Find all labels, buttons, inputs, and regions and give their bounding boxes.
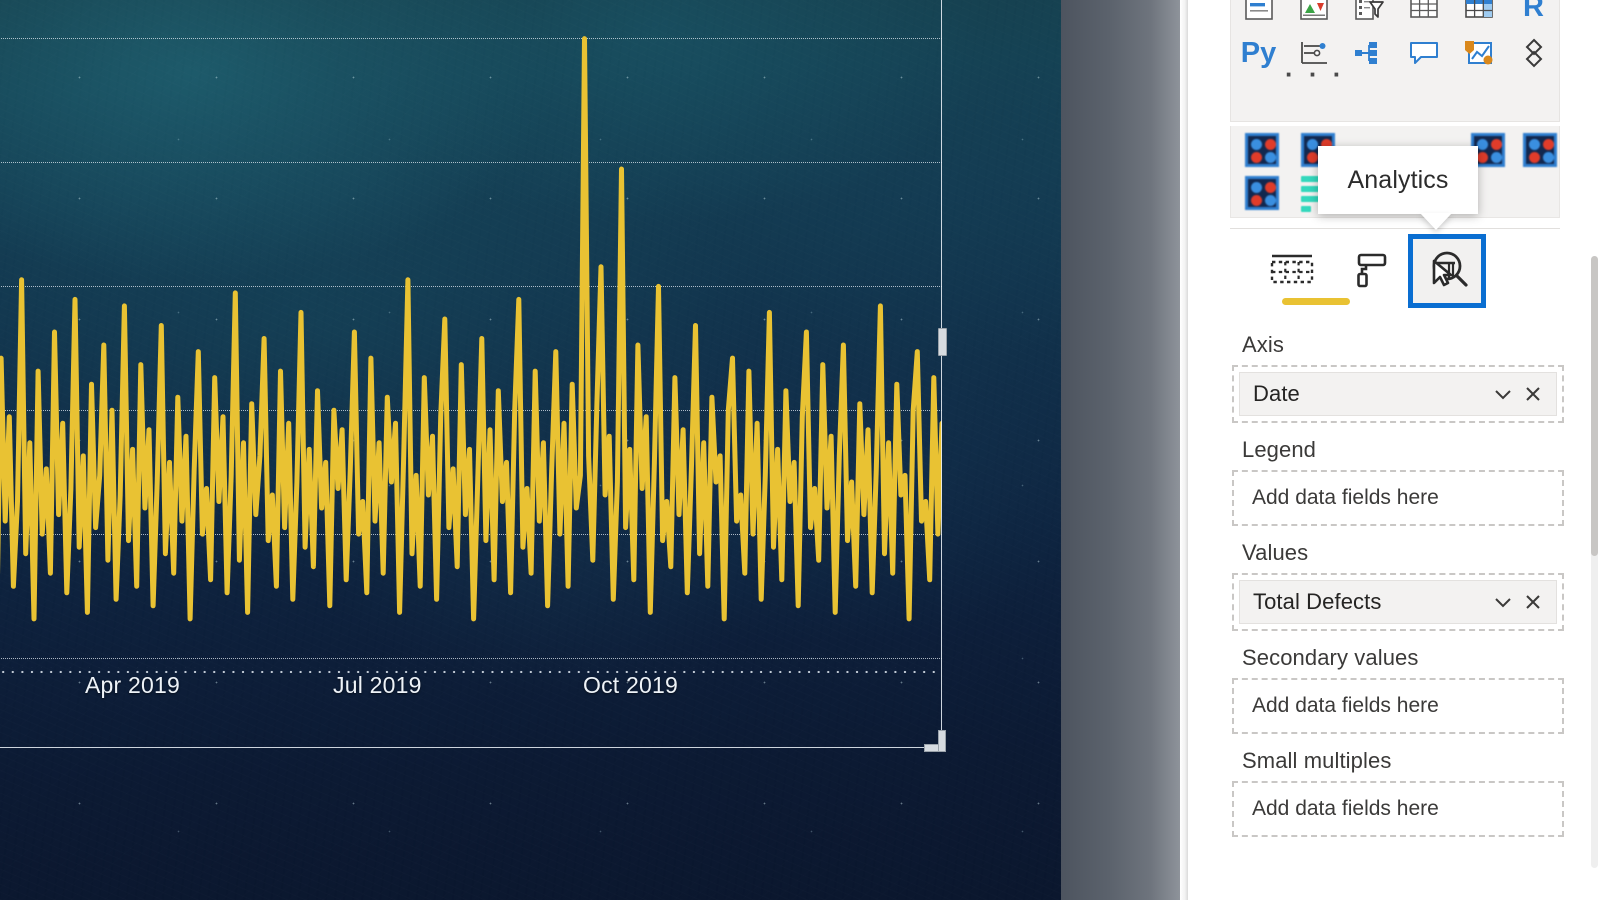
fields-tab[interactable] — [1254, 234, 1350, 306]
x-axis-label: Jul 2019 — [333, 672, 422, 698]
canvas-gutter — [1061, 0, 1180, 900]
decomposition-tree-icon-glyph — [1354, 42, 1377, 64]
qna-icon[interactable] — [1396, 29, 1451, 77]
well-axis: Axis Date — [1230, 332, 1570, 423]
secondary-values-dropzone[interactable]: Add data fields here — [1232, 678, 1564, 734]
visualization-type-gallery[interactable]: R Py · · · — [1230, 0, 1560, 122]
pane-divider — [1230, 228, 1560, 229]
resize-handle-right[interactable] — [938, 328, 947, 356]
card-icon-glyph — [1244, 0, 1273, 20]
smart-narrative-icon[interactable] — [1451, 29, 1506, 77]
fields-table-icon — [1270, 254, 1314, 284]
paginated-report-icon[interactable] — [1506, 29, 1561, 77]
report-canvas[interactable]: Apr 2019 Jul 2019 Oct 2019 — [0, 0, 1061, 900]
chevron-down-icon[interactable] — [1488, 379, 1518, 409]
qna-icon-glyph — [1409, 42, 1438, 64]
well-label: Secondary values — [1242, 645, 1419, 670]
paint-roller-icon — [1357, 253, 1387, 288]
more-visuals-button[interactable]: · · · — [1285, 61, 1345, 87]
x-axis-label: Oct 2019 — [583, 672, 678, 698]
well-secondary-values: Secondary values Add data fields here — [1230, 645, 1570, 734]
py-glyph: Py — [1240, 36, 1277, 69]
close-glyph — [1526, 595, 1540, 609]
kpi-icon-glyph — [1299, 0, 1328, 20]
small-multiples-dropzone[interactable]: Add data fields here — [1232, 781, 1564, 837]
custom-visual-icon[interactable] — [1245, 133, 1279, 167]
matrix-icon-glyph — [1464, 0, 1493, 18]
line-chart-visual[interactable]: Apr 2019 Jul 2019 Oct 2019 — [0, 0, 947, 752]
legend-dropzone[interactable]: Add data fields here — [1232, 470, 1564, 526]
dropzone-placeholder: Add data fields here — [1239, 788, 1557, 830]
well-label: Values — [1242, 540, 1309, 565]
decomposition-tree-icon[interactable] — [1341, 29, 1396, 77]
kpi-icon[interactable] — [1286, 0, 1341, 31]
table-icon-glyph — [1409, 0, 1438, 18]
close-glyph — [1526, 387, 1540, 401]
analytics-tooltip-arrow — [1420, 213, 1452, 230]
format-tab[interactable] — [1334, 234, 1410, 306]
field-chip-total-defects[interactable]: Total Defects — [1239, 580, 1557, 624]
close-icon[interactable] — [1518, 587, 1548, 617]
axis-dropzone[interactable]: Date — [1232, 365, 1564, 423]
paginated-report-icon-glyph — [1525, 38, 1542, 68]
analytics-tab[interactable] — [1408, 234, 1486, 308]
pane-left-edge — [1180, 0, 1188, 900]
custom-visual-icon[interactable] — [1523, 133, 1557, 167]
card-icon[interactable] — [1231, 0, 1286, 31]
chevron-down-glyph — [1495, 390, 1511, 400]
x-axis-labels: Apr 2019 Jul 2019 Oct 2019 — [0, 672, 942, 716]
well-values: Values Total Defects — [1230, 540, 1570, 631]
analytics-tooltip-label: Analytics — [1347, 165, 1449, 194]
resize-handle-corner[interactable] — [938, 730, 946, 752]
visualizations-pane-body: R Py · · · Axis Date Legend Add data fie… — [1188, 0, 1600, 900]
dropzone-placeholder: Add data fields here — [1239, 685, 1557, 727]
r-glyph: R — [1523, 0, 1544, 23]
power-bi-report-view: Apr 2019 Jul 2019 Oct 2019 R Py · · · Ax… — [0, 0, 1600, 900]
chevron-down-glyph — [1495, 598, 1511, 608]
chart-plot-area — [0, 0, 942, 670]
chevron-down-icon[interactable] — [1488, 587, 1518, 617]
gallery-row-2: Py — [1231, 29, 1561, 77]
pane-scrollbar[interactable] — [1591, 256, 1598, 868]
field-wells: Axis Date Legend Add data fields here Va… — [1230, 318, 1570, 837]
well-label: Small multiples — [1242, 748, 1392, 773]
pane-tab-strip[interactable] — [1230, 234, 1560, 314]
values-dropzone[interactable]: Total Defects — [1232, 573, 1564, 631]
field-chip-label: Date — [1253, 381, 1300, 406]
well-label: Axis — [1242, 332, 1284, 357]
x-axis-label: Apr 2019 — [85, 672, 180, 698]
field-chip-date[interactable]: Date — [1239, 372, 1557, 416]
custom-visual-icon[interactable] — [1245, 176, 1279, 210]
chart-line-series — [0, 36, 942, 622]
visualizations-pane[interactable]: R Py · · · Axis Date Legend Add data fie… — [1188, 0, 1600, 900]
slicer-icon-glyph — [1354, 0, 1384, 20]
well-label: Legend — [1242, 437, 1317, 462]
field-chip-label: Total Defects — [1253, 589, 1382, 614]
python-visual-icon[interactable]: Py — [1231, 29, 1286, 77]
close-icon[interactable] — [1518, 379, 1548, 409]
gallery-row-1: R — [1231, 0, 1561, 31]
dropzone-placeholder: Add data fields here — [1239, 477, 1557, 519]
smart-narrative-icon-glyph — [1464, 41, 1492, 65]
well-legend: Legend Add data fields here — [1230, 437, 1570, 526]
analytics-tooltip: Analytics — [1318, 146, 1478, 214]
well-small-multiples: Small multiples Add data fields here — [1230, 748, 1570, 837]
matrix-icon[interactable] — [1451, 0, 1506, 31]
slicer-icon[interactable] — [1341, 0, 1396, 31]
table-icon[interactable] — [1396, 0, 1451, 31]
r-script-visual-icon[interactable]: R — [1506, 0, 1561, 31]
pane-scrollbar-thumb[interactable] — [1591, 256, 1598, 556]
analytics-magnifier-icon — [1432, 251, 1468, 287]
